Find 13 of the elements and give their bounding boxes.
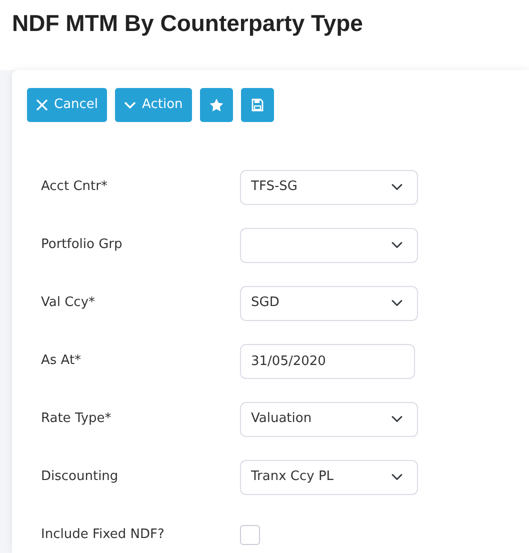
field-label: Discounting [40,468,120,486]
dropdown-field[interactable]: Tranx Ccy PL [240,460,418,494]
field-label: Portfolio Grp [40,236,124,254]
dropdown-field[interactable]: Valuation [240,402,418,436]
field-label: Acct Cntr* [40,178,108,196]
field-label: Rate Type* [40,410,112,428]
date-field[interactable]: 31/05/2020 [240,344,415,378]
dropdown-field[interactable]: SGD [240,286,418,320]
field-label: As At* [40,352,82,370]
field-label: Val Ccy* [40,294,96,312]
field-label: Include Fixed NDF? [40,526,166,544]
dropdown-field[interactable]: TFS-SG [240,170,418,204]
page-title: NDF MTM By Counterparty Type [0,0,529,70]
